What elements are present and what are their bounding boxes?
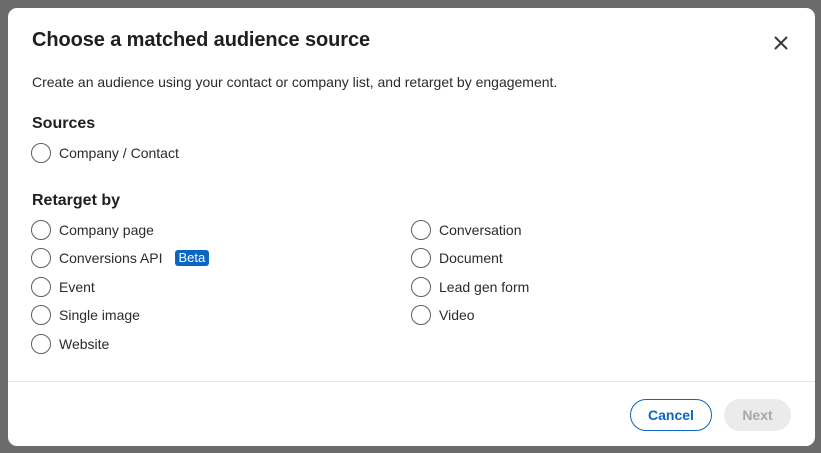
retarget-heading: Retarget by — [32, 192, 121, 209]
close-button[interactable] — [768, 30, 794, 56]
option-document[interactable]: Document — [411, 246, 503, 270]
option-label: Video — [439, 307, 475, 323]
radio-button[interactable] — [31, 334, 51, 354]
option-label: Website — [59, 336, 110, 352]
radio-button[interactable] — [31, 220, 51, 240]
radio-button[interactable] — [411, 277, 431, 297]
option-label: Conversation — [439, 222, 522, 238]
beta-badge: Beta — [174, 250, 210, 266]
radio-button[interactable] — [31, 248, 51, 268]
option-label: Event — [59, 279, 95, 295]
radio-button[interactable] — [31, 143, 51, 163]
audience-source-dialog: Choose a matched audience source Create … — [8, 8, 815, 446]
dialog-title: Choose a matched audience source — [32, 29, 371, 51]
option-event[interactable]: Event — [31, 275, 95, 299]
option-single-image[interactable]: Single image — [31, 303, 140, 327]
option-conversation[interactable]: Conversation — [411, 218, 522, 242]
option-label: Single image — [59, 307, 140, 323]
option-label: Document — [439, 250, 503, 266]
option-label: Company page — [59, 222, 154, 238]
radio-button[interactable] — [411, 248, 431, 268]
option-label: Lead gen form — [439, 279, 530, 295]
close-icon — [774, 36, 788, 50]
footer-divider — [8, 381, 815, 382]
cancel-button[interactable]: Cancel — [630, 399, 712, 431]
option-label: Company / Contact — [59, 145, 179, 161]
next-button[interactable]: Next — [724, 399, 791, 431]
sources-heading: Sources — [32, 115, 96, 132]
radio-button[interactable] — [411, 305, 431, 325]
dialog-description: Create an audience using your contact or… — [32, 74, 558, 90]
radio-button[interactable] — [31, 277, 51, 297]
option-conversions-api[interactable]: Conversions API Beta — [31, 246, 210, 270]
radio-button[interactable] — [31, 305, 51, 325]
option-label: Conversions API — [59, 250, 163, 266]
option-company-page[interactable]: Company page — [31, 218, 154, 242]
option-company-contact[interactable]: Company / Contact — [31, 141, 179, 165]
option-video[interactable]: Video — [411, 303, 475, 327]
option-website[interactable]: Website — [31, 332, 109, 356]
option-lead-gen-form[interactable]: Lead gen form — [411, 275, 529, 299]
radio-button[interactable] — [411, 220, 431, 240]
